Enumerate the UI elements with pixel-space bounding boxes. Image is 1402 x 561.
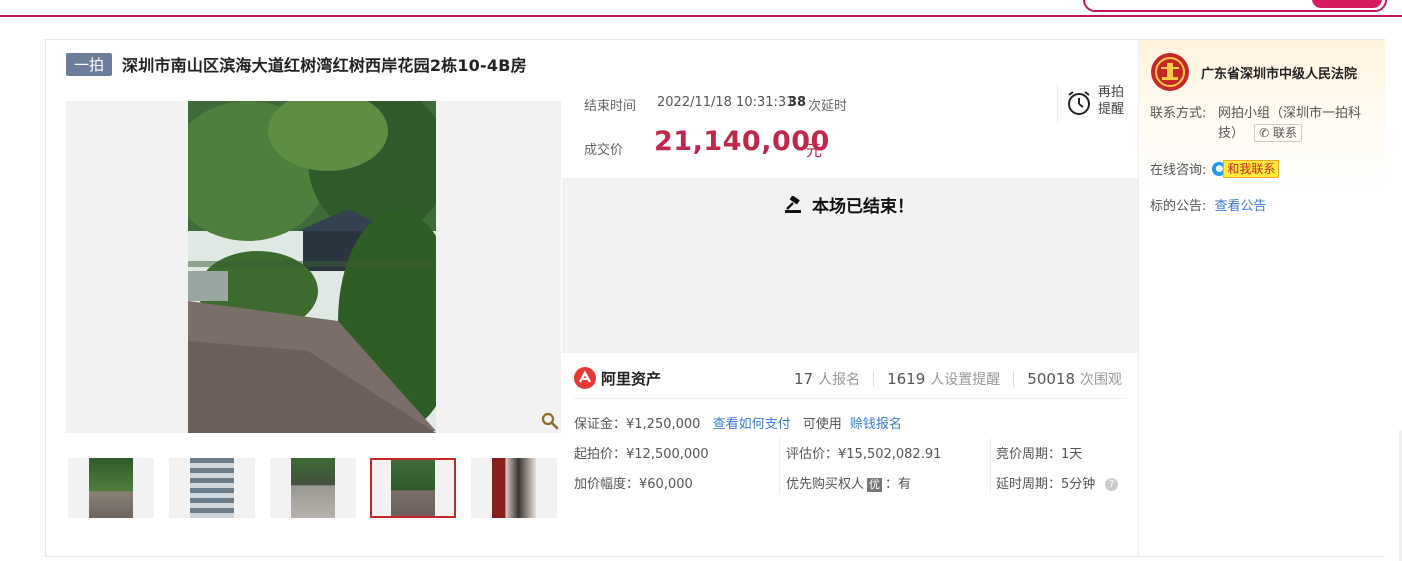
notice-row: 标的公告: 查看公告 [1150, 195, 1267, 214]
consult-label: 在线咨询: [1150, 163, 1207, 178]
section-divider [574, 398, 1126, 399]
auction-ended-text: 本场已结束！ [812, 197, 914, 217]
reminder-count-label: 人设置提醒 [930, 372, 1001, 388]
delay-cycle-row: 延时周期：5分钟? [996, 473, 1119, 492]
appraisal-price: 评估价：¥15,502,082.91 [786, 447, 942, 462]
chat-with-me-button[interactable]: ● 和我联系 [1212, 159, 1280, 178]
court-sidebar: 广东省深圳市中级人民法院 联系方式: 网拍小组（深圳市一拍科技） ✆ 联系 在线… [1138, 40, 1385, 556]
priority-buyer-value: ：有 [885, 477, 912, 492]
usable-label: 可使用 [802, 417, 842, 432]
notice-label: 标的公告: [1150, 199, 1207, 214]
auction-ended-panel: 本场已结束！ [562, 178, 1138, 353]
reminder-count: 1619 [887, 370, 926, 388]
ali-assets-logo: 阿里资产 [574, 367, 661, 389]
re-auction-reminder-button[interactable]: 再拍提醒 [1057, 83, 1130, 123]
end-time-label: 结束时间 [584, 99, 637, 114]
delay-cycle: 延时周期：5分钟 [996, 477, 1096, 492]
search-button[interactable] [1312, 0, 1382, 8]
thumbnail-4-selected[interactable] [370, 458, 456, 518]
deposit-row: 保证金：¥1,250,000 查看如何支付 可使用 赊钱报名 [574, 413, 902, 432]
lot-title: 深圳市南山区滨海大道红树湾红树西岸花园2栋10-4B房 [122, 56, 527, 75]
title-row: 一拍 深圳市南山区滨海大道红树湾红树西岸花园2栋10-4B房 [66, 52, 527, 76]
start-price: 起拍价：¥12,500,000 [574, 447, 709, 462]
deposit-amount: 保证金：¥1,250,000 [574, 417, 701, 432]
contact-row: 联系方式: 网拍小组（深圳市一拍科技） ✆ 联系 [1150, 104, 1376, 142]
contact-value-block: 网拍小组（深圳市一拍科技） ✆ 联系 [1218, 104, 1378, 144]
credit-signup-link[interactable]: 赊钱报名 [850, 417, 902, 432]
alarm-clock-icon [1066, 89, 1092, 117]
ali-assets-text: 阿里资产 [601, 369, 662, 388]
thumbnail-3[interactable] [270, 458, 356, 518]
stat-divider [873, 371, 875, 387]
bid-cycle: 竞价周期：1天 [996, 447, 1083, 462]
signup-label: 人报名 [818, 372, 861, 388]
view-count: 50018 [1027, 370, 1075, 388]
column-divider [990, 438, 991, 494]
contact-button[interactable]: ✆ 联系 [1254, 124, 1303, 142]
auction-ended-message: 本场已结束！ [784, 192, 914, 217]
court-emblem-icon [1150, 52, 1190, 92]
online-consult-row: 在线咨询: ● 和我联系 [1150, 159, 1280, 178]
main-photo [188, 101, 436, 433]
signup-count: 17 [794, 370, 814, 388]
top-accent-line [0, 15, 1402, 17]
main-image-viewer[interactable] [66, 101, 561, 433]
price-unit: 元 [806, 141, 823, 160]
thumbnail-2[interactable] [169, 458, 255, 518]
priority-buyer-label: 优先购买权人 [786, 477, 865, 492]
thumbnail-1[interactable] [68, 458, 154, 518]
thumbnail-strip [68, 458, 563, 520]
view-notice-link[interactable]: 查看公告 [1215, 199, 1267, 214]
priority-buyer-row: 优先购买权人优：有 [786, 473, 911, 492]
phone-icon: ✆ [1259, 126, 1270, 140]
auction-stats: 17 人报名 1619 人设置提醒 50018 次围观 [794, 369, 1122, 389]
end-time-value: 2022/11/18 10:31:31 [657, 95, 795, 110]
contact-label: 联系方式: [1150, 106, 1207, 121]
column-divider [779, 438, 780, 494]
contact-button-label: 联系 [1273, 126, 1298, 140]
help-icon[interactable]: ? [1105, 478, 1119, 491]
auction-round-tag: 一拍 [66, 52, 113, 76]
magnifier-icon[interactable] [541, 412, 559, 430]
stat-divider [1013, 371, 1015, 387]
auction-card: 一拍 深圳市南山区滨海大道红树湾红树西岸花园2栋10-4B房 结束时间 2022… [45, 39, 1385, 557]
priority-badge: 优 [867, 478, 883, 492]
thumbnail-5[interactable] [471, 458, 557, 518]
reminder-label: 再拍提醒 [1098, 85, 1125, 117]
ali-assets-icon [574, 367, 596, 389]
bid-increment: 加价幅度：¥60,000 [574, 477, 693, 492]
view-label: 次围观 [1080, 372, 1122, 388]
chat-label: 和我联系 [1223, 159, 1280, 178]
how-to-pay-link[interactable]: 查看如何支付 [713, 417, 791, 432]
delay-count: 38 [788, 95, 807, 110]
court-name: 广东省深圳市中级人民法院 [1201, 67, 1358, 82]
delay-label: 次延时 [808, 99, 848, 114]
final-price: 21,140,000 [654, 126, 830, 157]
final-price-label: 成交价 [584, 143, 624, 158]
gavel-icon [785, 195, 801, 213]
